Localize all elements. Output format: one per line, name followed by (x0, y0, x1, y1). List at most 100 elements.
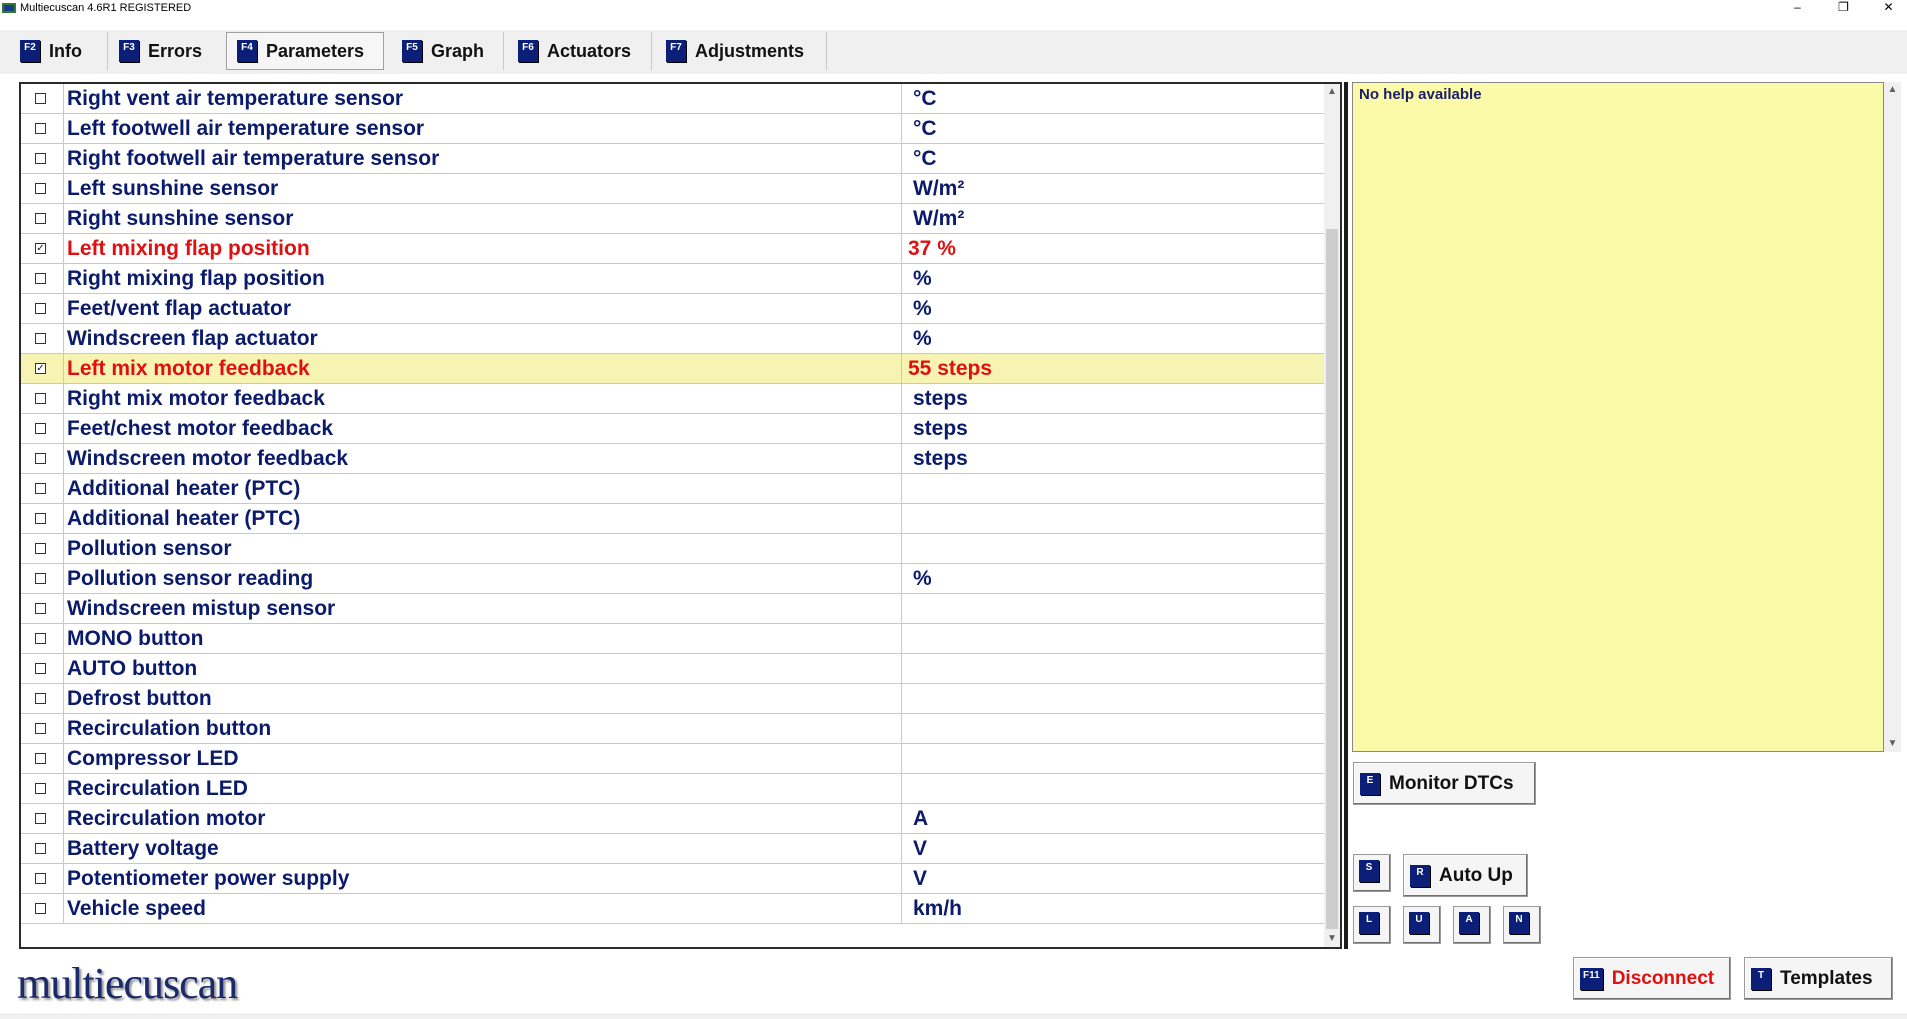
table-row[interactable]: Windscreen flap actuator% (21, 324, 1326, 354)
tab-parameters[interactable]: F4 Parameters (226, 32, 384, 70)
parameter-checkbox[interactable] (35, 183, 46, 194)
checkbox-cell (21, 204, 64, 233)
table-row[interactable]: MONO button (21, 624, 1326, 654)
table-row[interactable]: Pollution sensor reading% (21, 564, 1326, 594)
parameter-checkbox[interactable] (35, 573, 46, 584)
table-row[interactable]: Windscreen mistup sensor (21, 594, 1326, 624)
table-row[interactable]: Right mixing flap position% (21, 264, 1326, 294)
table-row[interactable]: Pollution sensor (21, 534, 1326, 564)
parameter-value (907, 534, 913, 563)
scroll-up-arrow-icon[interactable]: ▲ (1884, 82, 1901, 98)
parameter-checkbox[interactable]: ✓ (35, 243, 46, 254)
table-row[interactable]: Compressor LED (21, 744, 1326, 774)
parameter-checkbox[interactable] (35, 423, 46, 434)
parameter-checkbox[interactable] (35, 453, 46, 464)
checkbox-cell (21, 264, 64, 293)
parameter-checkbox[interactable] (35, 93, 46, 104)
parameter-checkbox[interactable] (35, 813, 46, 824)
help-scrollbar[interactable]: ▲ ▼ (1884, 82, 1901, 752)
parameter-checkbox[interactable] (35, 843, 46, 854)
scroll-down-arrow-icon[interactable]: ▼ (1884, 736, 1901, 752)
tab-adjustments[interactable]: F7 Adjustments (666, 32, 804, 70)
table-row[interactable]: Windscreen motor feedback steps (21, 444, 1326, 474)
panel-splitter[interactable] (1344, 82, 1348, 949)
tab-label: Errors (148, 40, 203, 61)
table-row[interactable]: Battery voltage V (21, 834, 1326, 864)
parameter-checkbox[interactable] (35, 783, 46, 794)
tab-errors[interactable]: F3 Errors (119, 32, 202, 70)
tab-label: Adjustments (695, 40, 805, 61)
table-row[interactable]: Recirculation motor A (21, 804, 1326, 834)
l-button[interactable]: L (1353, 906, 1391, 944)
u-button[interactable]: U (1403, 906, 1441, 944)
parameter-checkbox[interactable] (35, 273, 46, 284)
checkbox-cell (21, 894, 64, 923)
table-row[interactable]: Defrost button (21, 684, 1326, 714)
table-row[interactable]: Recirculation LED (21, 774, 1326, 804)
tab-actuators[interactable]: F6 Actuators (518, 32, 631, 70)
table-row[interactable]: Feet/vent flap actuator% (21, 294, 1326, 324)
parameter-checkbox[interactable] (35, 123, 46, 134)
templates-button[interactable]: T Templates (1744, 957, 1893, 1000)
key-badge: F3 (119, 40, 139, 62)
checkbox-cell (21, 774, 64, 803)
parameter-name: Additional heater (PTC) (67, 504, 902, 533)
minimize-button[interactable]: – (1775, 0, 1820, 17)
table-scrollbar[interactable]: ▲ ▼ (1324, 84, 1340, 947)
n-button[interactable]: N (1503, 906, 1541, 944)
parameter-value (907, 594, 913, 623)
table-row[interactable]: Right mix motor feedback steps (21, 384, 1326, 414)
monitor-dtcs-button[interactable]: E Monitor DTCs (1353, 762, 1536, 805)
table-row[interactable]: Left sunshine sensor W/m² (21, 174, 1326, 204)
restore-button[interactable]: ❐ (1821, 0, 1866, 17)
table-row[interactable]: Feet/chest motor feedback steps (21, 414, 1326, 444)
parameter-name: Defrost button (67, 684, 902, 713)
parameter-checkbox[interactable] (35, 333, 46, 344)
key-badge: S (1359, 860, 1379, 882)
table-row[interactable]: AUTO button (21, 654, 1326, 684)
parameter-checkbox[interactable] (35, 213, 46, 224)
parameter-checkbox[interactable] (35, 153, 46, 164)
table-row[interactable]: Left footwell air temperature sensor °C (21, 114, 1326, 144)
parameter-checkbox[interactable] (35, 663, 46, 674)
parameter-checkbox[interactable] (35, 543, 46, 554)
scroll-up-arrow-icon[interactable]: ▲ (1324, 84, 1340, 100)
table-row[interactable]: Right sunshine sensor W/m² (21, 204, 1326, 234)
parameter-value: W/m² (913, 207, 965, 230)
parameter-checkbox[interactable] (35, 873, 46, 884)
parameter-checkbox[interactable] (35, 393, 46, 404)
parameter-checkbox[interactable] (35, 723, 46, 734)
parameter-checkbox[interactable] (35, 483, 46, 494)
tab-info[interactable]: F2 Info (20, 32, 82, 70)
table-row[interactable]: Additional heater (PTC) (21, 504, 1326, 534)
parameter-checkbox[interactable] (35, 903, 46, 914)
parameter-checkbox[interactable] (35, 753, 46, 764)
table-row[interactable]: Recirculation button (21, 714, 1326, 744)
parameter-checkbox[interactable] (35, 633, 46, 644)
key-badge: T (1751, 967, 1771, 990)
auto-up-button[interactable]: R Auto Up (1403, 854, 1528, 897)
table-row[interactable]: Right footwell air temperature sensor °C (21, 144, 1326, 174)
s-button[interactable]: S (1353, 854, 1391, 892)
a-button[interactable]: A (1453, 906, 1491, 944)
scroll-down-arrow-icon[interactable]: ▼ (1324, 931, 1340, 947)
disconnect-button[interactable]: F11 Disconnect (1573, 957, 1731, 1000)
checkbox-cell: ✓ (21, 234, 64, 263)
tab-graph[interactable]: F5 Graph (402, 32, 484, 70)
table-row[interactable]: Vehicle speed km/h (21, 894, 1326, 924)
scroll-thumb[interactable] (1326, 229, 1338, 929)
table-row[interactable]: ✓ Left mix motor feedback 55 steps (21, 354, 1326, 384)
table-row[interactable]: ✓ Left mixing flap position 37 % (21, 234, 1326, 264)
table-row[interactable]: Right vent air temperature sensor °C (21, 84, 1326, 114)
table-row[interactable]: Potentiometer power supply V (21, 864, 1326, 894)
table-row[interactable]: Additional heater (PTC) (21, 474, 1326, 504)
key-badge: F2 (20, 40, 40, 62)
parameter-checkbox[interactable] (35, 693, 46, 704)
parameter-checkbox[interactable] (35, 513, 46, 524)
parameter-name: Left mixing flap position (67, 234, 902, 263)
parameter-checkbox[interactable] (35, 303, 46, 314)
parameter-checkbox[interactable] (35, 603, 46, 614)
close-button[interactable]: ✕ (1866, 0, 1907, 17)
parameter-name: Left footwell air temperature sensor (67, 114, 902, 143)
parameter-checkbox[interactable]: ✓ (35, 363, 46, 374)
